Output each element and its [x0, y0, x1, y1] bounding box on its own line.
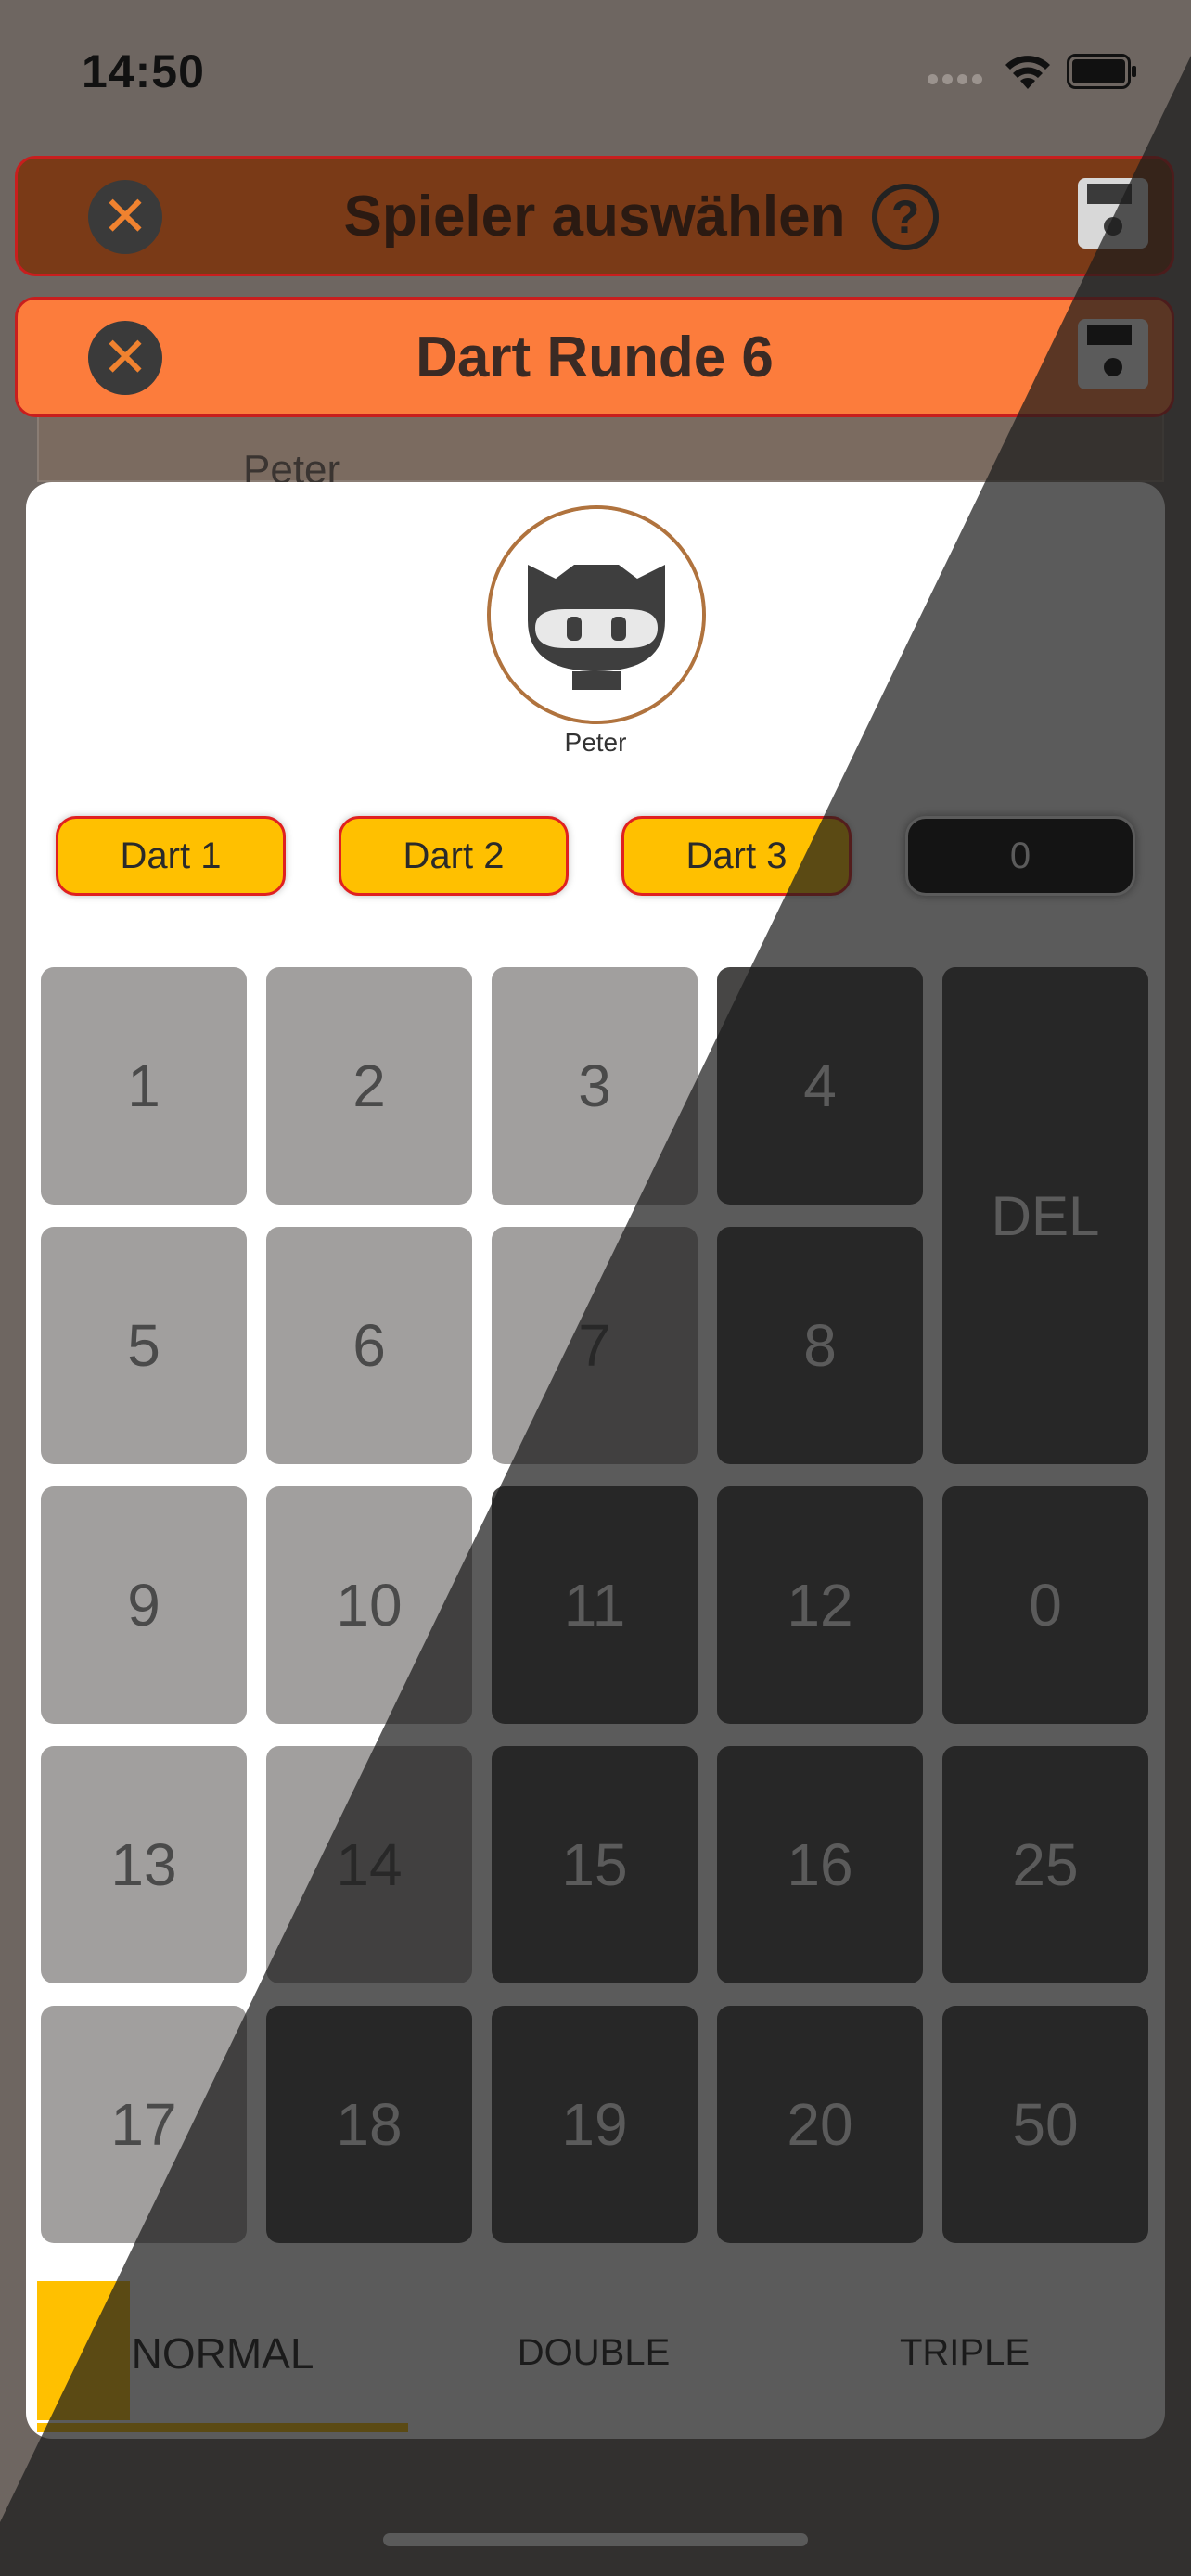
key-5[interactable]: 5 [41, 1227, 247, 1464]
key-25[interactable]: 25 [942, 1746, 1148, 1983]
key-10[interactable]: 10 [266, 1486, 472, 1724]
key-0[interactable]: 0 [942, 1486, 1148, 1724]
robot-cat-icon [491, 509, 702, 721]
save-round-icon[interactable] [1057, 299, 1169, 410]
dart-round-title: Dart Runde 6 [416, 325, 774, 389]
key-12[interactable]: 12 [717, 1486, 923, 1724]
cellular-signal-icon [928, 72, 992, 85]
key-8[interactable]: 8 [717, 1227, 923, 1464]
key-50[interactable]: 50 [942, 2006, 1148, 2243]
player-name: Peter [564, 728, 627, 757]
tab-selection-indicator [37, 2423, 408, 2432]
key-4[interactable]: 4 [717, 967, 923, 1205]
dart-1-chip[interactable]: Dart 1 [56, 816, 286, 896]
key-11[interactable]: 11 [492, 1486, 698, 1724]
delete-button[interactable]: DEL [942, 967, 1148, 1464]
dart-2-chip[interactable]: Dart 2 [339, 816, 569, 896]
battery-icon [1067, 54, 1136, 89]
select-player-header: Spieler auswählen [15, 156, 1174, 276]
key-14[interactable]: 14 [266, 1746, 472, 1983]
multiplier-tabs: NORMAL DOUBLE TRIPLE [37, 2276, 1150, 2429]
key-15[interactable]: 15 [492, 1746, 698, 1983]
key-1[interactable]: 1 [41, 967, 247, 1205]
tab-double[interactable]: DOUBLE [408, 2276, 779, 2429]
select-player-title: Spieler auswählen [343, 184, 846, 249]
home-indicator [383, 2533, 808, 2546]
tab-normal[interactable]: NORMAL [37, 2276, 408, 2429]
key-13[interactable]: 13 [41, 1746, 247, 1983]
key-16[interactable]: 16 [717, 1746, 923, 1983]
status-time: 14:50 [82, 45, 205, 97]
key-3[interactable]: 3 [492, 967, 698, 1205]
total-score: 0 [905, 816, 1135, 896]
tab-triple[interactable]: TRIPLE [779, 2276, 1150, 2429]
key-6[interactable]: 6 [266, 1227, 472, 1464]
close-dart-round-button[interactable]: ✕ [88, 321, 162, 395]
key-2[interactable]: 2 [266, 967, 472, 1205]
dart-3-chip[interactable]: Dart 3 [621, 816, 852, 896]
help-icon[interactable]: ? [872, 184, 939, 250]
save-icon[interactable] [1057, 158, 1169, 269]
wifi-icon [1005, 56, 1050, 89]
key-17[interactable]: 17 [41, 2006, 247, 2243]
key-7[interactable]: 7 [492, 1227, 698, 1464]
key-18[interactable]: 18 [266, 2006, 472, 2243]
dart-round-header: Dart Runde 6 [15, 297, 1174, 417]
key-19[interactable]: 19 [492, 2006, 698, 2243]
player-avatar [487, 505, 706, 724]
close-select-player-button[interactable]: ✕ [88, 180, 162, 254]
key-9[interactable]: 9 [41, 1486, 247, 1724]
key-20[interactable]: 20 [717, 2006, 923, 2243]
